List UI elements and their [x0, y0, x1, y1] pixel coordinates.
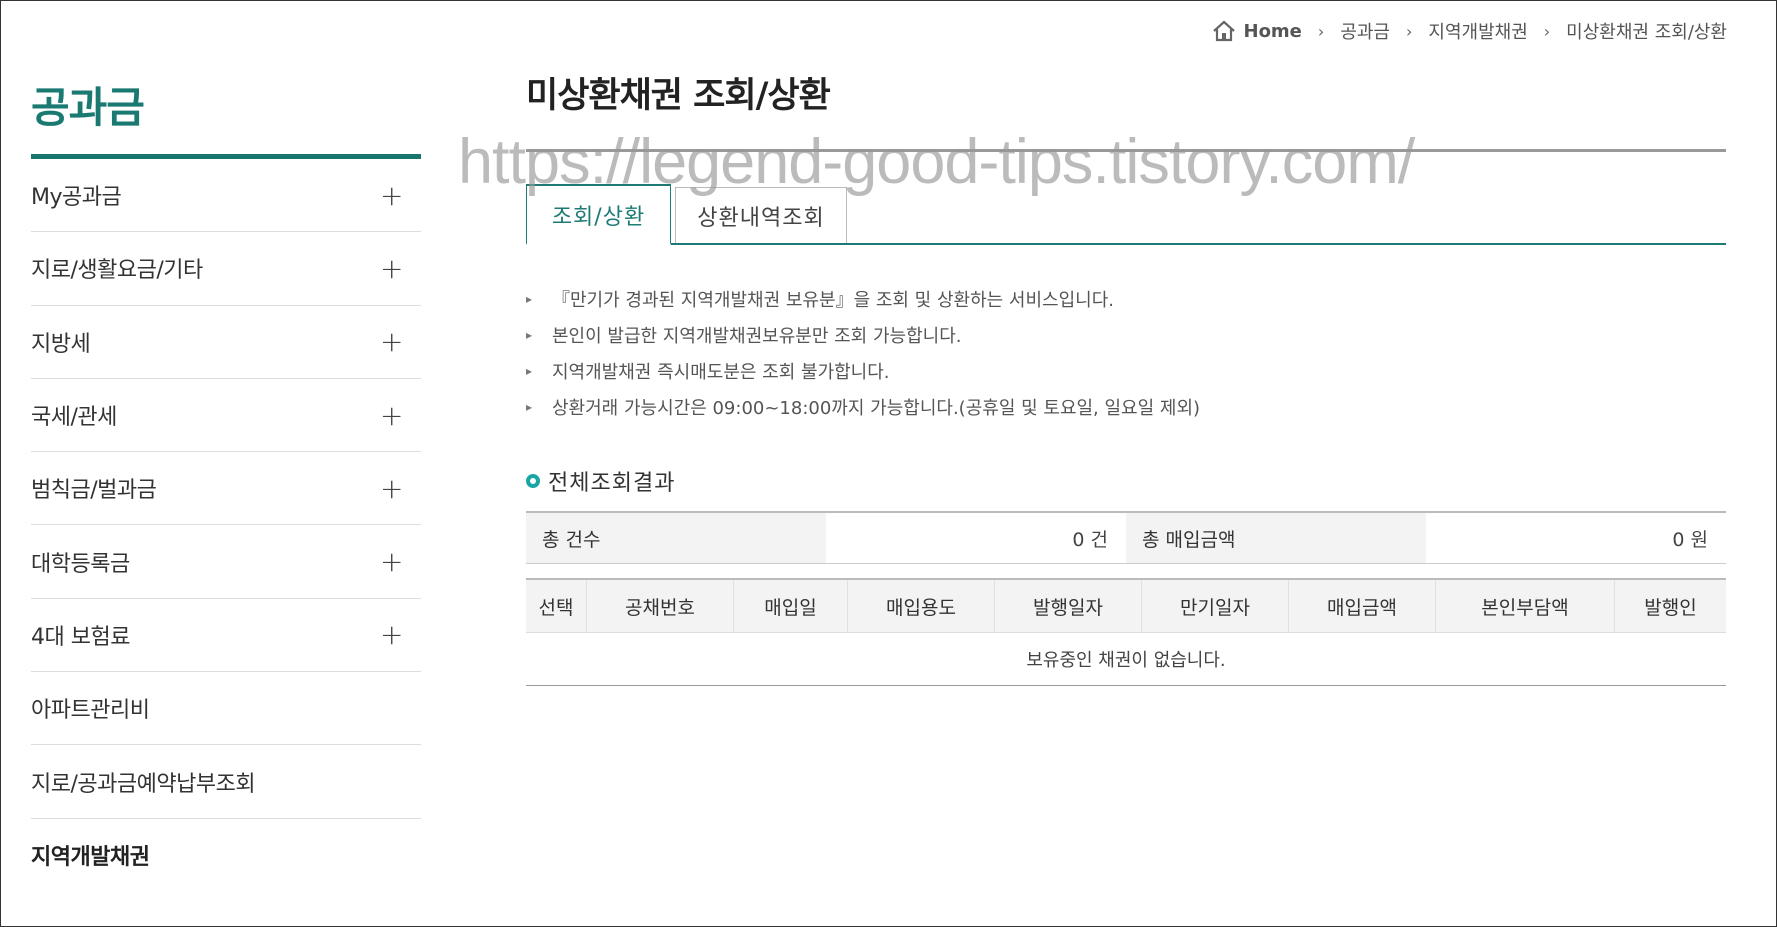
home-icon [1212, 20, 1235, 42]
bullet-icon: ▸ [526, 292, 533, 306]
result-table: 선택 공채번호 매입일 매입용도 발행일자 만기일자 매입금액 본인부담액 발행… [526, 578, 1726, 686]
list-item: ▸ 지역개발채권 즉시매도분은 조회 불가합니다. [526, 353, 1726, 389]
sidebar-item-my-utility[interactable]: My공과금 + [31, 159, 421, 233]
column-header-purchase-amount: 매입금액 [1288, 580, 1435, 632]
sidebar-item-label: 범칙금/벌과금 [31, 478, 157, 504]
page-title: 미상환채권 조회/상환 [526, 76, 831, 116]
sidebar-item-local-tax[interactable]: 지방세 + [31, 306, 421, 379]
column-header-purchase-date: 매입일 [733, 580, 847, 632]
sidebar-item-regional-bond[interactable]: 지역개발채권 [31, 819, 421, 892]
sidebar-item-reservation[interactable]: 지로/공과금예약납부조회 [31, 745, 421, 819]
list-item: ▸ 본인이 발급한 지역개발채권보유분만 조회 가능합니다. [526, 317, 1726, 353]
plus-icon[interactable]: + [380, 179, 403, 212]
bullet-icon: ▸ [526, 364, 533, 378]
chevron-right-icon: › [1317, 21, 1325, 41]
breadcrumb-home[interactable]: Home [1212, 20, 1302, 42]
plus-icon[interactable]: + [380, 545, 403, 578]
sidebar-item-label: 지로/공과금예약납부조회 [31, 771, 256, 797]
breadcrumb-home-label: Home [1243, 20, 1302, 42]
list-item: ▸ 『만기가 경과된 지역개발채권 보유분』을 조회 및 상환하는 서비스입니다. [526, 281, 1726, 317]
total-amount-value: 0 원 [1672, 528, 1708, 551]
section-title: 전체조회결과 [526, 465, 1726, 497]
notice-text: 상환거래 가능시간은 09:00~18:00까지 가능합니다.(공휴일 및 토요… [552, 398, 1201, 419]
sidebar-title: 공과금 [31, 83, 145, 132]
bullet-icon: ▸ [526, 328, 533, 342]
empty-message: 보유중인 채권이 없습니다. [1026, 650, 1226, 671]
notice-text: 『만기가 경과된 지역개발채권 보유분』을 조회 및 상환하는 서비스입니다. [552, 290, 1115, 311]
sidebar-item-label: My공과금 [31, 185, 122, 211]
sidebar-item-label: 4대 보험료 [31, 624, 130, 650]
sidebar-item-label: 지방세 [31, 331, 91, 357]
total-count-label: 총 건수 [526, 513, 826, 563]
plus-icon[interactable]: + [380, 325, 403, 358]
column-header-purchase-purpose: 매입용도 [847, 580, 994, 632]
notice-list: ▸ 『만기가 경과된 지역개발채권 보유분』을 조회 및 상환하는 서비스입니다.… [526, 281, 1726, 425]
table-header: 선택 공채번호 매입일 매입용도 발행일자 만기일자 매입금액 본인부담액 발행… [526, 580, 1726, 633]
circle-bullet-icon [526, 474, 540, 488]
chevron-right-icon: › [1543, 21, 1551, 41]
column-header-issue-date: 발행일자 [994, 580, 1141, 632]
column-header-bond-number: 공채번호 [586, 580, 733, 632]
section-title-label: 전체조회결과 [548, 471, 676, 496]
sidebar-item-apartment[interactable]: 아파트관리비 [31, 672, 421, 746]
summary-table: 총 건수 0 건 총 매입금액 0 원 [526, 511, 1726, 564]
breadcrumb-item-utility[interactable]: 공과금 [1340, 18, 1390, 44]
breadcrumb-item-bond[interactable]: 지역개발채권 [1428, 18, 1527, 44]
sidebar: 공과금 My공과금 + 지로/생활요금/기타 + 지방세 + 국세/관세 + 범칙금/벌… [31, 78, 421, 892]
list-item: ▸ 상환거래 가능시간은 09:00~18:00까지 가능합니다.(공휴일 및 토… [526, 389, 1726, 425]
plus-icon[interactable]: + [380, 252, 403, 285]
sidebar-item-label: 지역개발채권 [31, 845, 150, 871]
plus-icon[interactable]: + [380, 472, 403, 505]
column-header-issuer: 발행인 [1614, 580, 1726, 632]
notice-text: 지역개발채권 즉시매도분은 조회 불가합니다. [552, 362, 890, 383]
column-header-select: 선택 [538, 596, 574, 619]
breadcrumb: Home › 공과금 › 지역개발채권 › 미상환채권 조회/상환 [1212, 18, 1727, 44]
sidebar-item-giro[interactable]: 지로/생활요금/기타 + [31, 232, 421, 306]
sidebar-item-national-tax[interactable]: 국세/관세 + [31, 379, 421, 453]
breadcrumb-item-current[interactable]: 미상환채권 조회/상환 [1566, 18, 1727, 44]
notice-text: 본인이 발급한 지역개발채권보유분만 조회 가능합니다. [552, 326, 962, 347]
column-header-maturity-date: 만기일자 [1141, 580, 1288, 632]
sidebar-menu: My공과금 + 지로/생활요금/기타 + 지방세 + 국세/관세 + 범칙금/벌과금 + … [31, 159, 421, 892]
bullet-icon: ▸ [526, 400, 533, 414]
sidebar-item-label: 아파트관리비 [31, 698, 150, 724]
sidebar-item-insurance[interactable]: 4대 보험료 + [31, 599, 421, 673]
sidebar-item-tuition[interactable]: 대학등록금 + [31, 525, 421, 599]
plus-icon[interactable]: + [380, 399, 403, 432]
sidebar-item-label: 대학등록금 [31, 551, 130, 577]
sidebar-item-label: 지로/생활요금/기타 [31, 258, 203, 284]
total-count-value: 0 건 [1072, 528, 1108, 551]
sidebar-item-label: 국세/관세 [31, 405, 117, 431]
chevron-right-icon: › [1406, 21, 1413, 41]
watermark-text: https://legend-good-tips.tistory.com/ [458, 127, 1415, 197]
plus-icon[interactable]: + [380, 618, 403, 651]
sidebar-item-fines[interactable]: 범칙금/벌과금 + [31, 452, 421, 526]
column-header-self-burden: 본인부담액 [1435, 580, 1614, 632]
total-amount-label: 총 매입금액 [1126, 513, 1426, 563]
